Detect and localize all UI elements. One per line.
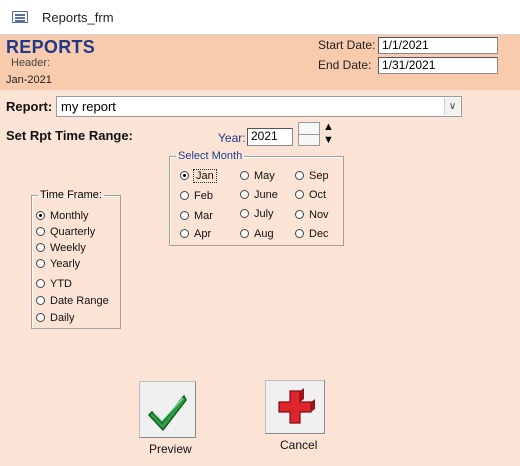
month-radio-may[interactable]: May: [240, 170, 275, 182]
year-spinner[interactable]: [298, 122, 320, 146]
year-arrows[interactable]: ▲ ▼: [323, 121, 334, 147]
month-radio-july[interactable]: July: [240, 208, 274, 220]
month-radio-nov[interactable]: Nov: [295, 209, 329, 221]
radio-icon[interactable]: [295, 190, 304, 199]
month-radio-mar[interactable]: Mar: [180, 210, 213, 222]
chevron-down-icon[interactable]: ∨: [444, 98, 460, 115]
timeframe-radio-yearly[interactable]: Yearly: [36, 258, 80, 270]
arrow-up-icon[interactable]: ▲: [323, 121, 334, 134]
radio-icon[interactable]: [36, 296, 45, 305]
report-combobox[interactable]: my report ∨: [56, 96, 462, 117]
header-period: Jan-2021: [6, 74, 52, 86]
preview-label[interactable]: Preview: [149, 442, 192, 456]
timeframe-radio-date-range[interactable]: Date Range: [36, 295, 109, 307]
checkmark-icon: [147, 394, 187, 432]
cancel-button[interactable]: [265, 380, 325, 434]
radio-icon[interactable]: [36, 243, 45, 252]
radio-selected-icon[interactable]: [180, 171, 189, 180]
month-radio-aug[interactable]: Aug: [240, 228, 274, 240]
timeframe-radio-ytd[interactable]: YTD: [36, 278, 72, 290]
radio-icon[interactable]: [295, 210, 304, 219]
radio-icon[interactable]: [295, 229, 304, 238]
month-radio-dec[interactable]: Dec: [295, 228, 329, 240]
radio-icon[interactable]: [36, 313, 45, 322]
report-label: Report:: [6, 99, 53, 114]
month-radio-oct[interactable]: Oct: [295, 189, 326, 201]
radio-icon[interactable]: [295, 171, 304, 180]
radio-icon[interactable]: [180, 211, 189, 220]
end-date-field[interactable]: 1/31/2021: [378, 57, 498, 74]
timeframe-radio-quarterly[interactable]: Quarterly: [36, 226, 95, 238]
preview-button[interactable]: [139, 381, 196, 438]
timeframe-radio-weekly[interactable]: Weekly: [36, 242, 86, 254]
month-radio-feb[interactable]: Feb: [180, 190, 213, 202]
month-radio-sep[interactable]: Sep: [295, 170, 329, 182]
radio-icon[interactable]: [180, 191, 189, 200]
radio-icon[interactable]: [36, 279, 45, 288]
form-icon: [12, 11, 28, 23]
start-date-label: Start Date:: [318, 38, 376, 52]
arrow-down-icon[interactable]: ▼: [323, 134, 334, 147]
month-radio-june[interactable]: June: [240, 189, 278, 201]
time-range-label: Set Rpt Time Range:: [6, 128, 133, 143]
radio-icon[interactable]: [36, 259, 45, 268]
radio-icon[interactable]: [180, 229, 189, 238]
radio-icon[interactable]: [36, 227, 45, 236]
red-cross-icon: [278, 388, 315, 424]
year-field[interactable]: 2021: [247, 128, 293, 146]
report-value: my report: [61, 99, 116, 114]
radio-icon[interactable]: [240, 209, 249, 218]
title-bar: Reports_frm: [0, 0, 520, 35]
header-subtitle: Header:: [11, 57, 51, 69]
page-title: REPORTS: [6, 37, 96, 57]
radio-selected-icon[interactable]: [36, 211, 45, 220]
timeframe-radio-monthly[interactable]: Monthly: [36, 210, 89, 222]
radio-icon[interactable]: [240, 190, 249, 199]
start-date-field[interactable]: 1/1/2021: [378, 37, 498, 54]
month-radio-jan[interactable]: Jan: [180, 169, 217, 183]
year-label: Year:: [218, 131, 246, 145]
timeframe-radio-daily[interactable]: Daily: [36, 312, 74, 324]
cancel-label[interactable]: Cancel: [280, 438, 317, 452]
radio-icon[interactable]: [240, 171, 249, 180]
month-radio-apr[interactable]: Apr: [180, 228, 211, 240]
window-title: Reports_frm: [42, 10, 114, 25]
time-frame-legend: Time Frame:: [40, 189, 102, 201]
radio-icon[interactable]: [240, 229, 249, 238]
select-month-legend: Select Month: [178, 150, 243, 162]
end-date-label: End Date:: [318, 58, 372, 72]
